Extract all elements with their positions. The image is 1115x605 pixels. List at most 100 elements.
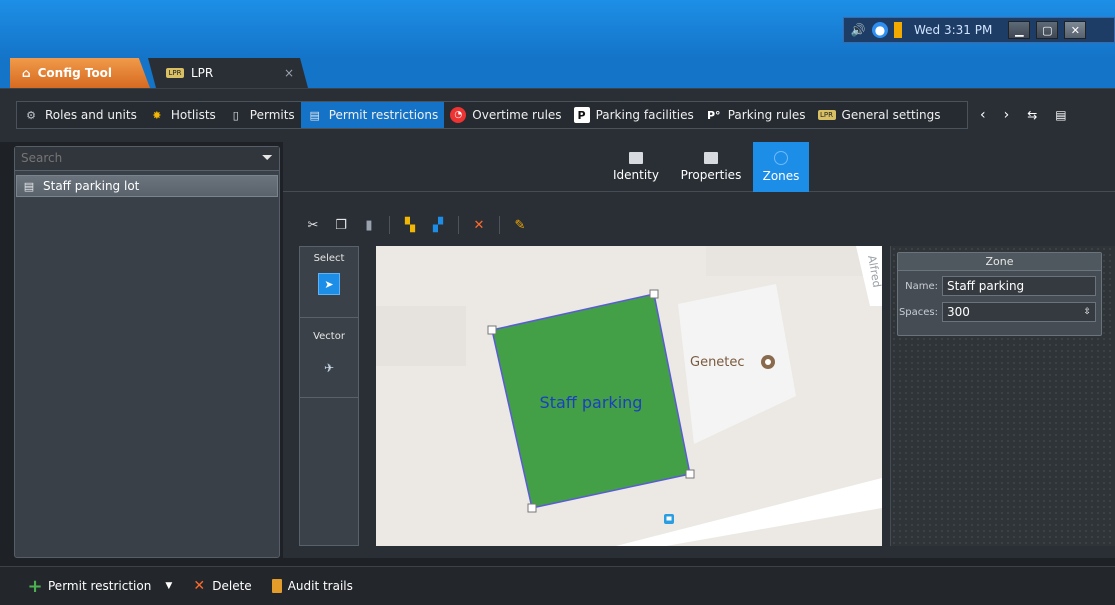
tab-config-tool[interactable]: ⌂ Config Tool (10, 58, 150, 88)
hotlist-icon: ✸ (152, 108, 162, 122)
task-label: Parking rules (727, 108, 806, 122)
task-permit-restrictions[interactable]: ▤ Permit restrictions (300, 102, 445, 128)
zone-spaces-value: 300 (947, 305, 970, 319)
delete-icon: ✕ (193, 578, 206, 594)
back-icon[interactable]: ‹ (980, 107, 986, 123)
task-parking-facilities[interactable]: P Parking facilities (568, 102, 700, 128)
permit-restriction-icon: ▤ (23, 179, 35, 193)
task-parking-rules[interactable]: P° Parking rules (700, 102, 812, 128)
tab-label: Properties (680, 168, 742, 182)
zone-handle[interactable] (649, 289, 659, 299)
permit-restriction-icon: ▤ (309, 108, 320, 122)
zone-editor: Zone Name: Staff parking Spaces: 300 ⇳ (897, 252, 1102, 336)
roles-units-icon: ⚙ (26, 108, 36, 122)
copy-icon[interactable]: ❐ (333, 217, 349, 233)
zone-properties-panel: Zone Name: Staff parking Spaces: 300 ⇳ (890, 246, 1115, 546)
bus-stop-window (666, 516, 672, 521)
zone-spaces-stepper[interactable]: 300 ⇳ (942, 302, 1096, 322)
search-input[interactable] (15, 147, 255, 169)
system-tray: 🔊 ● Wed 3:31 PM ▁ ▢ ✕ (843, 17, 1115, 43)
audit-trails-button[interactable]: Audit trails (271, 579, 353, 593)
zone-label: Staff parking (540, 393, 643, 412)
general-settings-icon: LPR (817, 110, 836, 120)
map-svg: Alfred Staff parking Genetec (376, 246, 882, 546)
zones-icon (774, 151, 788, 165)
network-icon[interactable]: ● (872, 22, 888, 38)
pointer-icon: ➤ (324, 277, 334, 291)
task-roles-and-units[interactable]: ⚙ Roles and units (17, 102, 143, 128)
maximize-button[interactable]: ▢ (1036, 21, 1059, 39)
chevron-down-icon[interactable]: ▼ (165, 581, 172, 591)
bottom-action-bar: + Permit restriction ▼ ✕ Delete Audit tr… (0, 566, 1115, 605)
search-box: ⏷ (15, 147, 279, 171)
map-block (376, 306, 466, 366)
zone-spaces-label: Spaces: (898, 306, 938, 318)
forward-icon[interactable]: › (1004, 107, 1010, 123)
task-label: Roles and units (45, 108, 137, 122)
lpr-icon: LPR (166, 68, 184, 78)
vector-tool-label: Vector (313, 331, 345, 342)
task-label: Permits (249, 108, 295, 122)
spinner-icon[interactable]: ⇳ (1083, 307, 1091, 317)
vector-tool-button[interactable]: ✈ (318, 357, 340, 379)
poi-label: Genetec (690, 355, 745, 370)
properties-icon (704, 152, 718, 164)
task-label: Hotlists (170, 108, 216, 122)
task-label: General settings (841, 108, 941, 122)
tab-properties[interactable]: Properties (675, 142, 747, 192)
map-canvas[interactable]: Alfred Staff parking Genetec (376, 246, 882, 546)
tab-lpr-label: LPR (191, 66, 214, 80)
close-window-button[interactable]: ✕ (1064, 21, 1087, 39)
page-icon[interactable]: ▤ (1055, 108, 1066, 122)
delete-shape-icon[interactable]: ✕ (471, 217, 487, 233)
task-permits[interactable]: ▯ Permits (222, 102, 301, 128)
tasks-icon[interactable]: ⇆ (1027, 108, 1037, 122)
delete-label: Delete (212, 579, 252, 593)
clear-icon[interactable]: ✎ (512, 217, 528, 233)
clock: Wed 3:31 PM (914, 23, 993, 37)
task-strip: ⚙ Roles and units ✸ Hotlists ▯ Permits ▤… (16, 101, 968, 129)
list-item-staff-parking-lot[interactable]: ▤ Staff parking lot (16, 175, 278, 197)
task-label: Permit restrictions (328, 108, 439, 122)
task-overtime-rules[interactable]: ◔ Overtime rules (444, 102, 567, 128)
zone-name-field[interactable]: Staff parking (942, 276, 1096, 296)
zone-handle[interactable] (685, 469, 695, 479)
delete-button[interactable]: ✕ Delete (192, 578, 252, 594)
notification-icon[interactable] (894, 22, 902, 38)
minimize-button[interactable]: ▁ (1008, 21, 1031, 39)
map-block (706, 246, 876, 276)
volume-icon[interactable]: 🔊 (850, 22, 866, 38)
task-label: Parking facilities (595, 108, 694, 122)
paste-icon[interactable]: ▮ (361, 217, 377, 233)
poi-marker-dot (765, 359, 771, 365)
add-label: Permit restriction (48, 579, 152, 593)
bring-forward-icon[interactable]: ▚ (402, 217, 418, 233)
zone-handle[interactable] (527, 503, 537, 513)
select-tool-button[interactable]: ➤ (318, 273, 340, 295)
task-label: Overtime rules (472, 108, 562, 122)
toolbar-divider (389, 216, 390, 234)
tab-zones[interactable]: Zones (753, 142, 809, 192)
close-tab-icon[interactable]: × (284, 66, 294, 80)
zone-name-row: Name: Staff parking (898, 275, 1096, 297)
zone-handle[interactable] (487, 325, 497, 335)
task-general-settings[interactable]: LPR General settings (812, 102, 947, 128)
task-hotlists[interactable]: ✸ Hotlists (143, 102, 222, 128)
zone-edit-toolbar: ✂ ❐ ▮ ▚ ▞ ✕ ✎ (305, 214, 528, 236)
tab-lpr[interactable]: LPR LPR × (148, 58, 308, 88)
drawing-tools-panel: Select ➤ Vector ✈ (299, 246, 359, 546)
tab-bar: ⌂ Config Tool LPR LPR × (0, 58, 1115, 88)
parking-icon: P (573, 107, 590, 123)
filter-icon[interactable]: ⏷ (262, 150, 273, 166)
send-backward-icon[interactable]: ▞ (430, 217, 446, 233)
zone-name-label: Name: (905, 280, 938, 292)
cut-icon[interactable]: ✂ (305, 217, 321, 233)
tab-label: Zones (762, 169, 800, 183)
tools-divider (300, 317, 358, 318)
select-tool-label: Select (313, 253, 345, 264)
add-permit-restriction-button[interactable]: + Permit restriction ▼ (27, 576, 172, 597)
audit-trails-icon (271, 579, 282, 593)
entity-tree-panel: ⏷ ▤ Staff parking lot (14, 146, 280, 558)
toolbar-divider (458, 216, 459, 234)
tab-identity[interactable]: Identity (609, 142, 663, 192)
